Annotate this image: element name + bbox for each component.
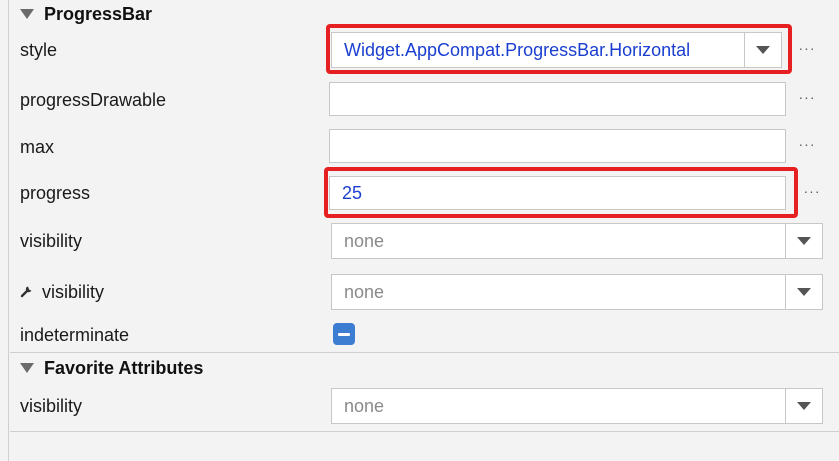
visibility-value: none	[344, 230, 385, 251]
section-divider	[10, 352, 839, 353]
max-label: max	[20, 137, 55, 157]
progressdrawable-input[interactable]	[329, 82, 786, 116]
progress-label: progress	[20, 183, 91, 203]
chevron-down-icon[interactable]	[785, 275, 822, 309]
highlight-style	[326, 24, 792, 74]
bottom-divider	[10, 431, 839, 432]
chevron-down-icon[interactable]	[785, 389, 822, 423]
section-title-progressbar: ProgressBar	[44, 3, 153, 24]
tools-visibility-text: visibility	[42, 282, 105, 302]
wrench-icon	[20, 281, 36, 305]
tools-visibility-dropdown[interactable]: none	[331, 274, 823, 310]
indeterminate-checkbox[interactable]	[333, 323, 355, 345]
max-input[interactable]	[329, 129, 786, 163]
fav-visibility-label: visibility	[20, 396, 83, 416]
fav-visibility-dropdown[interactable]: none	[331, 388, 823, 424]
section-title-favorites: Favorite Attributes	[44, 357, 204, 378]
fav-visibility-value: none	[344, 395, 385, 416]
style-label: style	[20, 40, 58, 60]
triangle-down-icon[interactable]	[20, 363, 34, 373]
chevron-down-icon[interactable]	[785, 224, 822, 258]
attributes-panel: ProgressBar style Widget.AppCompat.Progr…	[0, 0, 839, 461]
section-header-favorites[interactable]: Favorite Attributes	[20, 356, 203, 380]
visibility-dropdown[interactable]: none	[331, 223, 823, 259]
progressdrawable-label: progressDrawable	[20, 90, 167, 110]
tools-visibility-value: none	[344, 281, 385, 302]
panel-left-border	[8, 0, 9, 461]
highlight-progress	[324, 167, 798, 218]
ellipsis-icon[interactable]: ···	[797, 89, 817, 105]
ellipsis-icon[interactable]: ···	[802, 183, 822, 199]
ellipsis-icon[interactable]: ···	[797, 136, 817, 152]
indeterminate-label: indeterminate	[20, 325, 130, 345]
visibility-label: visibility	[20, 231, 83, 251]
triangle-down-icon[interactable]	[20, 9, 34, 19]
ellipsis-icon[interactable]: ···	[797, 40, 817, 56]
tools-visibility-label: visibility	[20, 280, 104, 304]
section-header-progressbar[interactable]: ProgressBar	[20, 2, 152, 26]
